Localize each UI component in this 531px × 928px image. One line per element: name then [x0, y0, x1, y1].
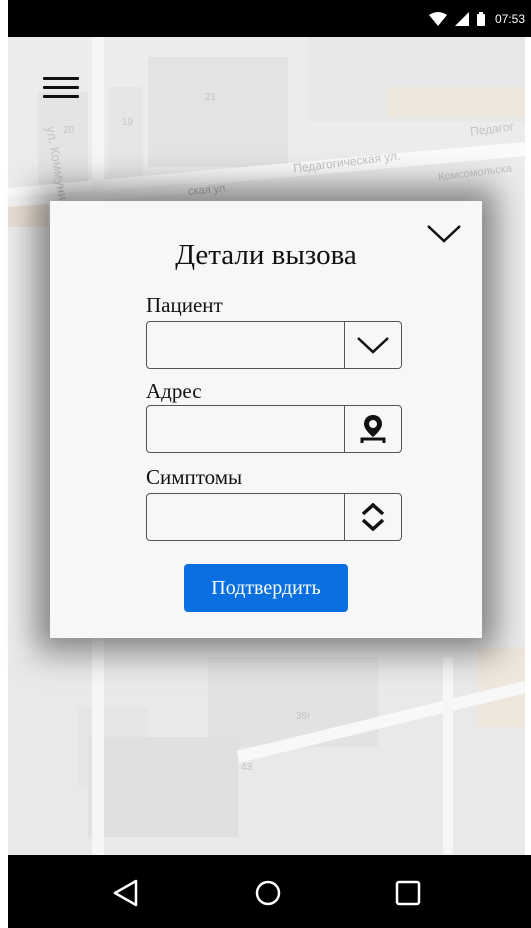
- symptoms-field: [146, 493, 402, 541]
- map-pin-icon: [360, 415, 386, 443]
- wifi-icon: [428, 11, 447, 26]
- address-label: Адрес: [146, 379, 202, 403]
- symptoms-input[interactable]: [147, 494, 344, 540]
- back-icon: [113, 879, 138, 907]
- home-button[interactable]: [248, 873, 288, 913]
- building-number: 43: [241, 762, 253, 773]
- patient-input[interactable]: [147, 322, 344, 368]
- building-number: 39г: [296, 711, 311, 722]
- recents-icon: [395, 880, 421, 906]
- status-bar: 07:53: [8, 0, 531, 37]
- updown-chevron-icon: [361, 502, 385, 532]
- patient-label: Пациент: [146, 293, 223, 317]
- address-input[interactable]: [147, 406, 344, 452]
- building-number: 21: [205, 92, 217, 103]
- phone-screen: 07:53 ул. Коммунистическая Педагогическа…: [0, 0, 531, 928]
- battery-icon: [476, 11, 485, 26]
- signal-icon: [454, 11, 469, 26]
- dialog-title: Детали вызова: [175, 239, 357, 271]
- navigation-bar: [8, 855, 531, 928]
- home-icon: [255, 880, 281, 906]
- building-number: 20: [63, 125, 75, 136]
- symptoms-select-button[interactable]: [344, 494, 401, 540]
- back-button[interactable]: [106, 873, 146, 913]
- call-details-dialog: Детали вызова Пациент Адрес Симптомы Под…: [50, 201, 482, 638]
- recents-button[interactable]: [388, 873, 428, 913]
- patient-dropdown-button[interactable]: [344, 322, 401, 368]
- hamburger-menu-icon[interactable]: [43, 75, 79, 105]
- patient-field: [146, 321, 402, 369]
- symptoms-label: Симптомы: [146, 465, 243, 489]
- status-time: 07:53: [494, 11, 525, 26]
- address-map-button[interactable]: [344, 406, 401, 452]
- confirm-button[interactable]: Подтвердить: [184, 564, 348, 612]
- building-number: 19: [122, 117, 134, 128]
- address-field: [146, 405, 402, 453]
- chevron-down-icon: [357, 337, 389, 354]
